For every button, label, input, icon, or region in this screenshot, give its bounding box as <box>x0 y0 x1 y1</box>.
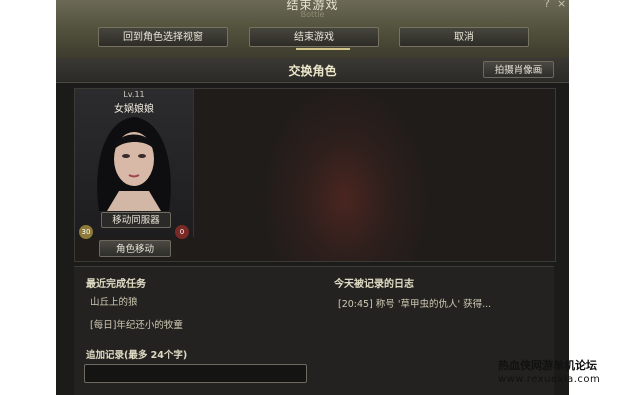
quest-item: 山丘上的狼 <box>90 297 138 308</box>
memo-input[interactable] <box>84 364 307 383</box>
active-tab-indicator <box>296 48 350 50</box>
switch-character-header: 交换角色 拍摄肖像画 <box>56 58 569 83</box>
log-entry: [20:45] 称号 '草甲虫的仇人' 获得... <box>338 299 492 310</box>
memo-label: 追加记录(最多 24个字) <box>86 350 188 361</box>
help-icon[interactable]: ? <box>544 0 550 10</box>
move-server-button[interactable]: 移动同服器 <box>101 212 171 228</box>
recent-quests-title: 最近完成任务 <box>86 279 146 290</box>
watermark-title: 热血侠网游单机论坛 <box>498 359 597 372</box>
character-move-button[interactable]: 角色移动 <box>99 240 171 257</box>
take-portrait-button[interactable]: 拍摄肖像画 <box>483 61 554 78</box>
quest-item: [每日]年纪还小的牧童 <box>90 320 183 331</box>
close-icon[interactable]: × <box>557 0 566 10</box>
title-bar: 结束游戏 Bottle ? × 回到角色选择视窗 结束游戏 取消 <box>56 0 569 58</box>
today-log-title: 今天被记录的日志 <box>334 279 414 290</box>
character-portrait <box>97 117 171 211</box>
watermark-url: www.rexuexia.com <box>498 374 601 385</box>
energy-badge: 30 <box>79 225 93 239</box>
character-card[interactable]: Lv.11 女娲娘娘 移动同服器 30 0 <box>75 89 194 239</box>
dialog-subtitle: Bottle <box>300 10 325 19</box>
character-level: Lv.11 <box>123 90 145 99</box>
info-panel: 最近完成任务 山丘上的狼 [每日]年纪还小的牧童 今天被记录的日志 [20:45… <box>74 266 554 395</box>
cancel-button[interactable]: 取消 <box>399 27 529 47</box>
back-to-select-button[interactable]: 回到角色选择视窗 <box>98 27 228 47</box>
exit-game-button[interactable]: 结束游戏 <box>249 27 379 47</box>
site-watermark: 热血侠网游单机论坛 www.rexuexia.com <box>498 359 624 387</box>
contribution-badge: 0 <box>175 225 189 239</box>
character-panel: Lv.11 女娲娘娘 移动同服器 30 0 角色移动 <box>74 88 556 262</box>
end-game-window: 结束游戏 Bottle ? × 回到角色选择视窗 结束游戏 取消 交换角色 拍摄… <box>56 0 569 395</box>
